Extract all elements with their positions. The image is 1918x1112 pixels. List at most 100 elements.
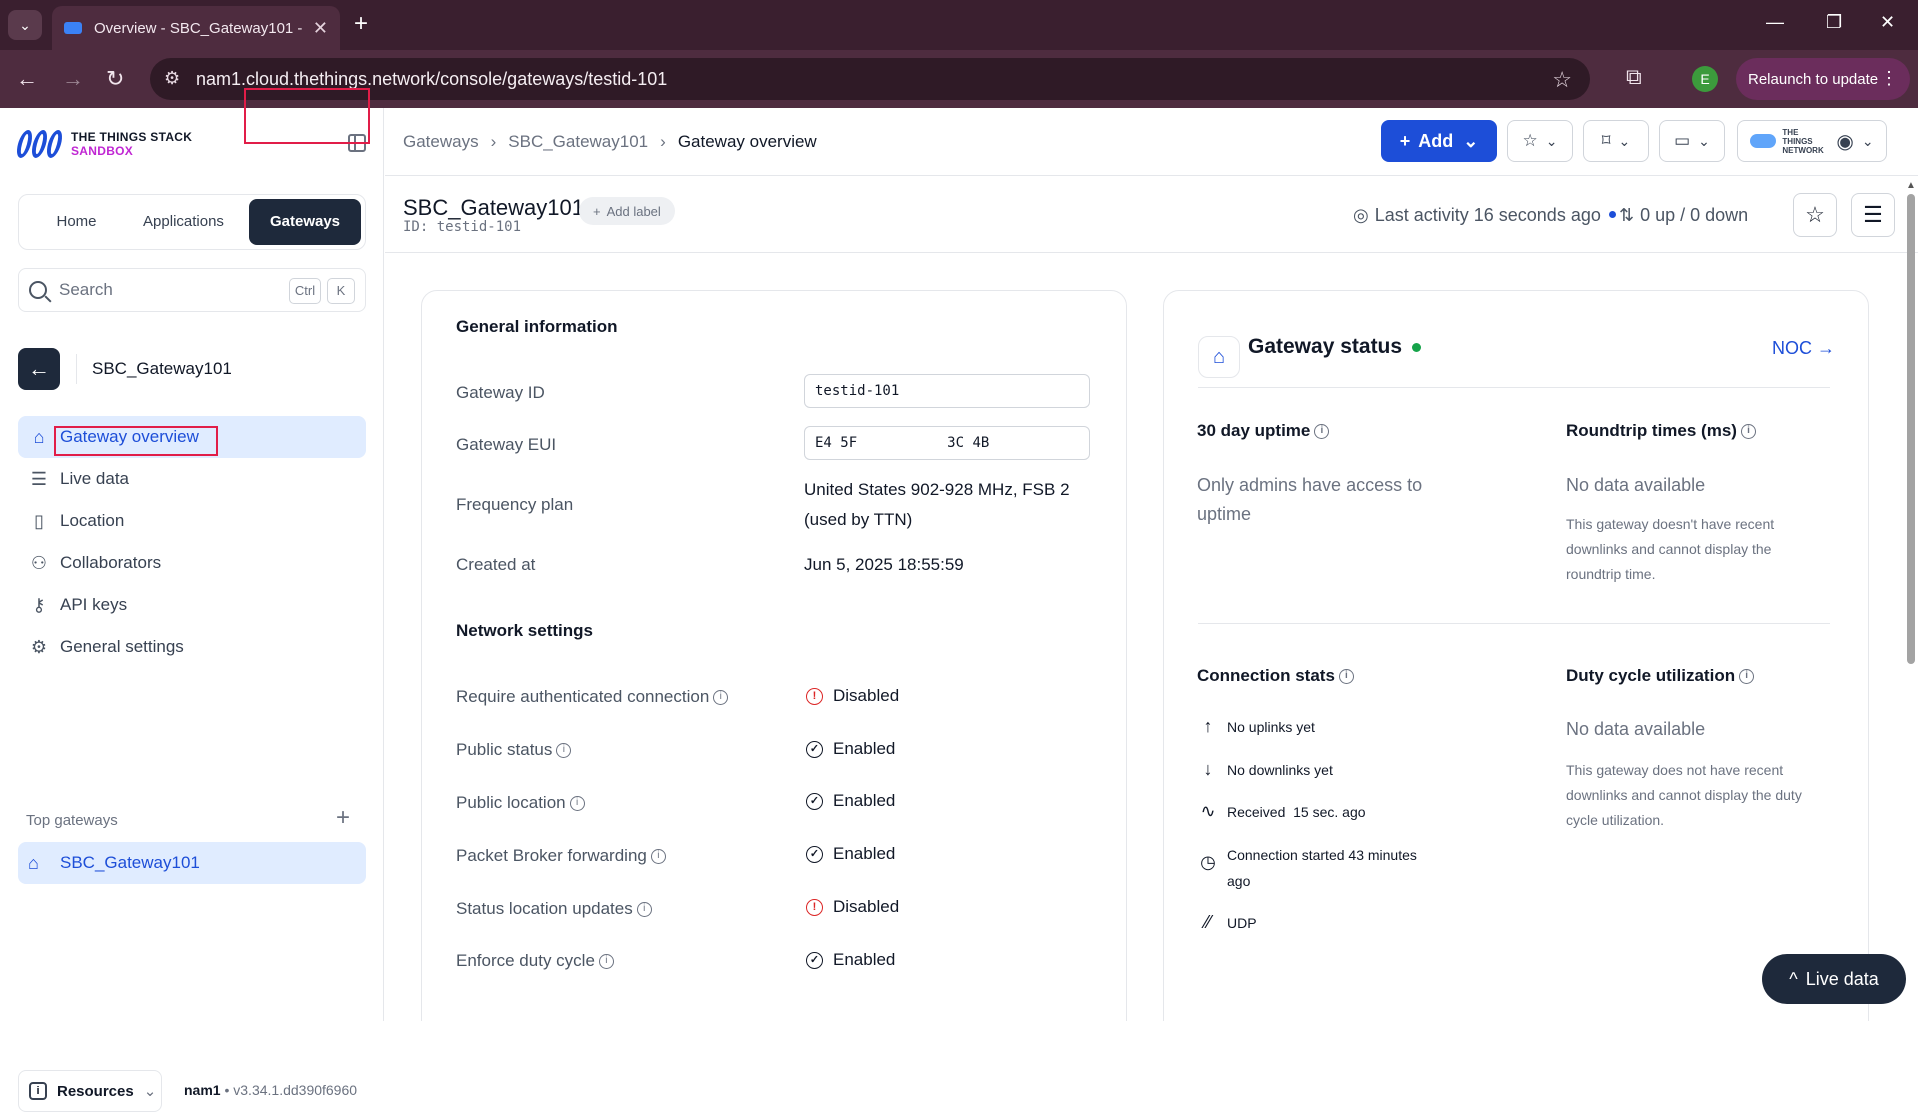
sidebar-item-general-settings[interactable]: ⚙ General settings bbox=[18, 626, 366, 668]
search-placeholder: Search bbox=[59, 280, 113, 299]
received-stat: ∿ Received 15 sec. ago bbox=[1197, 801, 1365, 822]
scrollbar-thumb[interactable] bbox=[1907, 194, 1915, 664]
switcher-applications[interactable]: Applications bbox=[130, 199, 237, 245]
divider bbox=[1198, 623, 1830, 624]
add-button[interactable]: + Add ⌄ bbox=[1381, 120, 1497, 162]
noc-link[interactable]: NOC → bbox=[1772, 338, 1835, 359]
sidebar-item-label: Collaborators bbox=[60, 553, 162, 572]
browser-tabbar: ⌄ Overview - SBC_Gateway101 - T ✕ + — ❐ … bbox=[0, 0, 1918, 50]
restore-icon[interactable]: ❐ bbox=[1826, 12, 1842, 33]
status-disabled: ! Disabled bbox=[806, 686, 899, 706]
info-icon[interactable]: i bbox=[556, 743, 572, 759]
close-tab-icon[interactable]: ✕ bbox=[313, 18, 328, 39]
add-label-button[interactable]: + Add label bbox=[579, 197, 675, 225]
info-icon[interactable]: i bbox=[1739, 669, 1755, 685]
sidebar-item-live-data[interactable]: ☰ Live data bbox=[18, 458, 366, 500]
account-menu-button[interactable]: THE THINGS NETWORK ◉ ⌄ bbox=[1737, 120, 1887, 162]
gateway-status-title: Gateway status bbox=[1248, 335, 1403, 358]
info-icon[interactable]: i bbox=[1338, 669, 1354, 685]
last-activity-text: Last activity 16 seconds ago bbox=[1374, 205, 1601, 225]
connection-started-stat: ◷ Connection started 43 minutes ago bbox=[1197, 842, 1417, 894]
map-icon: ▯ bbox=[34, 510, 44, 531]
tab-favicon-icon bbox=[64, 22, 82, 34]
duty-cycle-heading: Duty cycle utilization i bbox=[1566, 666, 1755, 686]
brand-label: THE THINGS NETWORK bbox=[1782, 127, 1824, 155]
scroll-up-icon[interactable]: ▲ bbox=[1906, 180, 1916, 191]
scrollbar[interactable]: ▲ bbox=[1906, 180, 1916, 1021]
sidebar-item-api-keys[interactable]: ⚷ API keys bbox=[18, 584, 366, 626]
breadcrumb: Gateways › SBC_Gateway101 › Gateway over… bbox=[403, 132, 817, 152]
live-data-button[interactable]: ^ Live data bbox=[1762, 954, 1906, 1004]
connection-stats-title: Connection stats bbox=[1197, 666, 1335, 685]
downlinks-text: No downlinks yet bbox=[1227, 761, 1333, 778]
minimize-icon[interactable]: — bbox=[1766, 12, 1784, 33]
chevron-down-icon: ⌄ bbox=[1545, 132, 1558, 149]
labels-menu-button[interactable]: ⌑ ⌄ bbox=[1583, 120, 1649, 162]
section-switcher: Home Applications Gateways bbox=[18, 194, 366, 250]
uptime-text: Only admins have access to uptime bbox=[1197, 471, 1422, 529]
alert-circle-icon: ! bbox=[806, 898, 823, 916]
site-info-icon[interactable]: ⚙ bbox=[164, 68, 180, 89]
breadcrumb-gateway[interactable]: SBC_Gateway101 bbox=[508, 132, 648, 152]
updown-text: 0 up / 0 down bbox=[1640, 205, 1749, 225]
resources-button[interactable]: i Resources ⌄ bbox=[18, 1070, 162, 1112]
status-value: Enabled bbox=[833, 739, 896, 758]
breadcrumb-gateways[interactable]: Gateways bbox=[403, 132, 479, 152]
close-window-icon[interactable]: ✕ bbox=[1880, 12, 1895, 33]
profile-avatar[interactable]: E bbox=[1692, 66, 1718, 92]
users-icon: ⚇ bbox=[30, 552, 48, 573]
alert-circle-icon: ! bbox=[806, 687, 823, 705]
network-row-label: Public location i bbox=[456, 793, 585, 813]
switcher-home[interactable]: Home bbox=[23, 199, 130, 245]
uplinks-stat: ↑ No uplinks yet bbox=[1197, 716, 1315, 737]
info-icon[interactable]: i bbox=[713, 690, 729, 706]
menu-button[interactable]: ☰ bbox=[1851, 193, 1895, 237]
sidebar-item-location[interactable]: ▯ Location bbox=[18, 500, 366, 542]
tab-search-button[interactable]: ⌄ bbox=[8, 10, 42, 40]
extensions-icon[interactable]: ⧉ bbox=[1626, 64, 1642, 90]
frequency-plan-line1: United States 902-928 MHz, FSB 2 bbox=[804, 480, 1070, 499]
bookmarks-menu-button[interactable]: ☆ ⌄ bbox=[1507, 120, 1573, 162]
status-enabled: ✓ Enabled bbox=[806, 844, 895, 864]
sidebar-item-collaborators[interactable]: ⚇ Collaborators bbox=[18, 542, 366, 584]
info-icon[interactable]: i bbox=[1314, 424, 1330, 440]
created-at-value: Jun 5, 2025 18:55:59 bbox=[804, 555, 964, 574]
inbox-menu-button[interactable]: ▭ ⌄ bbox=[1659, 120, 1725, 162]
connection-started-line: ago bbox=[1227, 873, 1251, 889]
reload-icon[interactable]: ↻ bbox=[106, 64, 124, 94]
info-icon[interactable]: i bbox=[650, 849, 666, 865]
logo-mark-icon bbox=[14, 130, 65, 158]
check-circle-icon: ✓ bbox=[806, 845, 823, 863]
info-icon[interactable]: i bbox=[598, 954, 614, 970]
logo-subtitle: SANDBOX bbox=[71, 144, 134, 158]
top-gateway-item[interactable]: ⌂ SBC_Gateway101 bbox=[18, 842, 366, 884]
search-icon bbox=[29, 281, 47, 299]
info-icon[interactable]: i bbox=[569, 796, 585, 812]
chevron-right-icon: › bbox=[490, 132, 497, 151]
back-arrow-button[interactable]: ← bbox=[18, 348, 60, 390]
search-input[interactable]: Search Ctrl K bbox=[18, 268, 366, 312]
relaunch-button[interactable]: Relaunch to update ⋮ bbox=[1736, 58, 1910, 100]
switcher-gateways[interactable]: Gateways bbox=[249, 199, 361, 245]
description-line: This gateway doesn't have recent bbox=[1566, 516, 1775, 532]
highlight-box bbox=[54, 426, 218, 456]
bookmark-star-button[interactable]: ☆ bbox=[1793, 193, 1837, 237]
bookmark-star-icon[interactable]: ☆ bbox=[1552, 67, 1572, 93]
cluster-name: nam1 bbox=[184, 1082, 221, 1098]
protocol-icon: ⁄⁄ bbox=[1204, 912, 1211, 932]
gateway-id-field[interactable]: testid-101 bbox=[804, 374, 1090, 408]
status-value: Enabled bbox=[833, 950, 896, 969]
browser-tab[interactable]: Overview - SBC_Gateway101 - T ✕ bbox=[52, 6, 340, 50]
info-icon[interactable]: i bbox=[636, 902, 652, 918]
back-icon[interactable]: ← bbox=[16, 64, 38, 94]
app-logo[interactable]: THE THINGS STACK SANDBOX bbox=[14, 130, 192, 158]
add-top-gateway-icon[interactable]: + bbox=[336, 804, 350, 832]
user-circle-icon: ◉ bbox=[1836, 130, 1854, 153]
forward-icon[interactable]: → bbox=[62, 64, 84, 94]
top-gateway-label: SBC_Gateway101 bbox=[60, 853, 200, 872]
new-tab-button[interactable]: + bbox=[354, 10, 368, 38]
info-icon[interactable]: i bbox=[1740, 424, 1756, 440]
gateway-eui-field[interactable]: E4 5F 3C 4B bbox=[804, 426, 1090, 460]
roundtrip-heading: Roundtrip times (ms) i bbox=[1566, 421, 1756, 441]
frequency-plan-label: Frequency plan bbox=[456, 495, 574, 514]
